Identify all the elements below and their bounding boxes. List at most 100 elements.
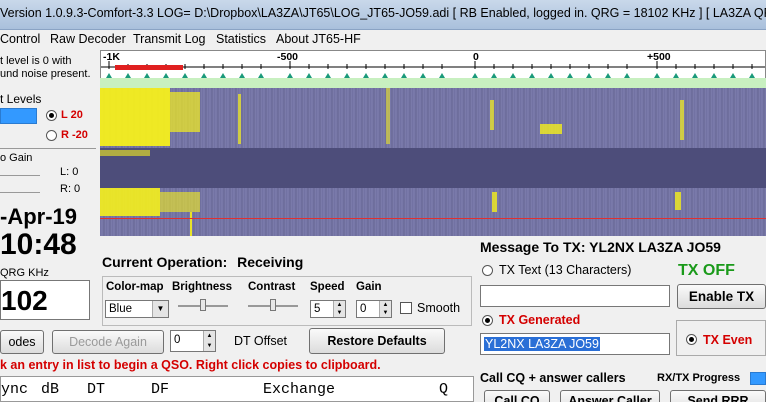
- signal-trace: [160, 192, 200, 212]
- up-down-icon[interactable]: ▲ ▼: [379, 301, 391, 317]
- left-channel-radio[interactable]: [46, 110, 57, 121]
- tx-status: TX OFF: [678, 262, 735, 279]
- signal-trace: [190, 212, 192, 236]
- up-down-icon[interactable]: ▲ ▼: [203, 331, 215, 351]
- answer-caller-button[interactable]: Answer Caller: [560, 390, 660, 402]
- input-levels-label: t Levels: [0, 92, 42, 106]
- signal-trace: [386, 88, 390, 144]
- tx-generated-label: TX Generated: [499, 313, 581, 327]
- column-header-q[interactable]: Q: [439, 381, 448, 398]
- message-to-tx: Message To TX: YL2NX LA3ZA JO59: [480, 239, 721, 255]
- colormap-value: Blue: [109, 303, 133, 315]
- title-bar[interactable]: Version 1.0.9.3-Comfort-3.3 LOG= D:\Drop…: [0, 0, 766, 30]
- send-rrr-button[interactable]: Send RRR: [670, 390, 766, 402]
- waterfall-marker-line: [100, 218, 766, 219]
- decode-modes-button[interactable]: odes: [0, 330, 44, 354]
- contrast-label: Contrast: [248, 281, 296, 293]
- window-title: Version 1.0.9.3-Comfort-3.3 LOG= D:\Drop…: [0, 6, 766, 20]
- passband-strip: [100, 78, 766, 88]
- speed-label: Speed: [310, 281, 345, 293]
- decode-again-button[interactable]: Decode Again: [52, 330, 164, 354]
- qrg-field[interactable]: 102: [0, 280, 90, 320]
- signal-trace: [490, 100, 494, 130]
- waterfall-display[interactable]: [100, 88, 766, 236]
- level-message-1: t level is 0 with: [0, 55, 72, 67]
- signal-trace: [100, 88, 170, 146]
- brightness-label: Brightness: [172, 281, 233, 293]
- tx-generated-value: YL2NX LA3ZA JO59: [484, 337, 600, 351]
- gain-label: o Gain: [0, 152, 33, 164]
- gain-label: Gain: [356, 281, 382, 293]
- menu-statistics[interactable]: Statistics: [216, 32, 266, 46]
- gain-stepper[interactable]: 0 ▲ ▼: [356, 300, 392, 318]
- gain-value: 0: [360, 303, 367, 315]
- signal-trace: [100, 150, 150, 156]
- left-gain-slider[interactable]: [0, 175, 40, 176]
- rx-tx-progress-bar: [750, 372, 766, 385]
- enable-tx-button[interactable]: Enable TX: [677, 284, 766, 309]
- level-meter: [0, 108, 37, 124]
- left-level-label: L 20: [61, 109, 83, 121]
- column-header-dt[interactable]: DT: [87, 381, 105, 398]
- tx-even-group: TX Even: [676, 320, 766, 356]
- scale-ticks: [101, 61, 765, 78]
- level-message-2: und noise present.: [0, 68, 91, 80]
- decode-list-hint: k an entry in list to begin a QSO. Right…: [0, 358, 381, 372]
- dt-offset-label: DT Offset: [234, 334, 288, 348]
- utc-date: -Apr-19: [0, 204, 78, 229]
- qrg-label: QRG KHz: [0, 267, 49, 279]
- menu-transmit-log[interactable]: Transmit Log: [133, 32, 205, 46]
- call-cq-button[interactable]: Call CQ: [484, 390, 550, 402]
- divider: [0, 148, 96, 149]
- speed-value: 5: [314, 303, 321, 315]
- restore-defaults-button[interactable]: Restore Defaults: [309, 328, 445, 354]
- right-level-label: R -20: [61, 129, 88, 141]
- menu-bar: Control Raw Decoder Transmit Log Statist…: [0, 30, 766, 50]
- right-channel-radio[interactable]: [46, 130, 57, 141]
- tx-even-radio[interactable]: [686, 334, 697, 345]
- decode-list-header: ync dB DT DF Exchange Q: [0, 376, 474, 402]
- chevron-down-icon: ▼: [152, 301, 168, 317]
- call-cq-section-label: Call CQ + answer callers: [480, 371, 626, 385]
- signal-trace: [238, 94, 241, 144]
- left-gain-value: L: 0: [60, 166, 79, 178]
- colormap-label: Color-map: [106, 281, 164, 293]
- column-header-df[interactable]: DF: [151, 381, 169, 398]
- current-operation: Current Operation: Receiving: [102, 254, 303, 270]
- tx-text-label: TX Text (13 Characters): [499, 263, 632, 277]
- up-down-icon[interactable]: ▲ ▼: [333, 301, 345, 317]
- brightness-slider[interactable]: [178, 299, 228, 311]
- column-header-exchange[interactable]: Exchange: [263, 381, 335, 398]
- menu-control[interactable]: Control: [0, 32, 40, 46]
- contrast-slider[interactable]: [248, 299, 298, 311]
- colormap-select[interactable]: Blue ▼: [105, 300, 169, 318]
- menu-raw-decoder[interactable]: Raw Decoder: [50, 32, 126, 46]
- tx-text-radio[interactable]: [482, 265, 493, 276]
- signal-trace: [170, 92, 200, 132]
- tx-generated-field[interactable]: YL2NX LA3ZA JO59: [480, 333, 670, 355]
- column-header-sync[interactable]: ync: [1, 381, 28, 398]
- smooth-label: Smooth: [417, 301, 461, 315]
- current-operation-value: Receiving: [237, 254, 304, 270]
- frequency-scale[interactable]: -1K -500 0 +500: [100, 50, 766, 80]
- signal-trace: [100, 188, 160, 216]
- utc-time: 10:48: [0, 228, 77, 261]
- signal-trace: [675, 192, 681, 210]
- dt-offset-stepper[interactable]: 0 ▲ ▼: [170, 330, 216, 352]
- signal-trace: [492, 192, 497, 212]
- current-operation-label: Current Operation:: [102, 254, 228, 270]
- menu-about[interactable]: About JT65-HF: [276, 32, 361, 46]
- qrg-value: 102: [1, 285, 48, 316]
- tx-text-input[interactable]: [480, 285, 670, 307]
- rx-tx-progress-label: RX/TX Progress: [657, 372, 741, 384]
- signal-trace: [680, 100, 684, 140]
- tx-generated-radio[interactable]: [482, 315, 493, 326]
- right-gain-slider[interactable]: [0, 192, 40, 193]
- smooth-checkbox[interactable]: [400, 302, 412, 314]
- right-gain-value: R: 0: [60, 183, 81, 195]
- speed-stepper[interactable]: 5 ▲ ▼: [310, 300, 346, 318]
- signal-trace: [540, 124, 562, 134]
- tx-even-label: TX Even: [703, 333, 753, 347]
- column-header-db[interactable]: dB: [41, 381, 59, 398]
- dt-offset-value: 0: [174, 334, 181, 346]
